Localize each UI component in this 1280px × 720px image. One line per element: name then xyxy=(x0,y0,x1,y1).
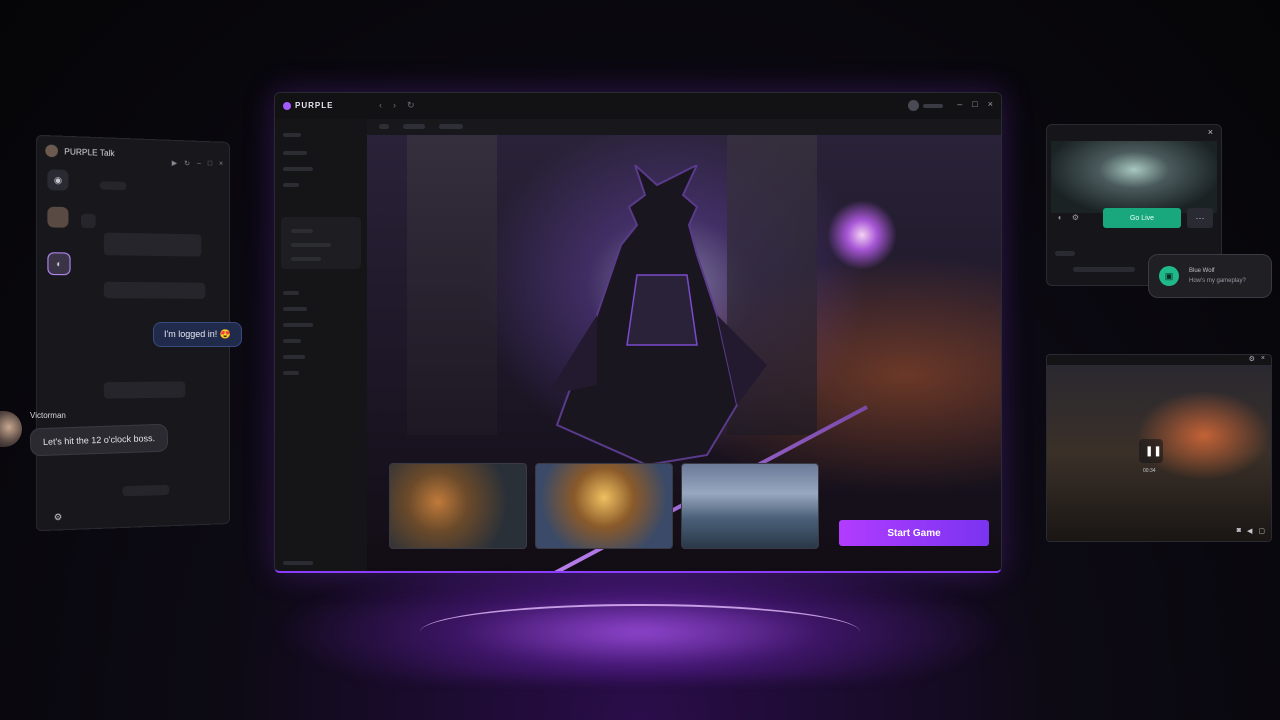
close-icon[interactable]: × xyxy=(1261,355,1265,363)
window-controls: – □ × xyxy=(957,99,993,109)
my-message-bubble: I'm logged in! 😍 xyxy=(153,322,242,347)
sidebar-footer-item[interactable] xyxy=(283,561,313,565)
chat-app-title: PURPLE Talk xyxy=(64,147,114,158)
sidebar-item[interactable] xyxy=(283,307,307,311)
message-placeholder xyxy=(104,233,201,257)
close-icon[interactable]: × xyxy=(988,99,993,109)
forward-icon[interactable]: › xyxy=(393,100,396,110)
tab[interactable] xyxy=(439,124,463,129)
chat-avatar xyxy=(81,214,96,229)
refresh-icon[interactable]: ↻ xyxy=(407,100,415,111)
hero-pillar xyxy=(407,135,497,435)
sidebar-item[interactable] xyxy=(283,183,299,187)
stream-tools: ◖ ⚙ xyxy=(1057,213,1079,222)
volume-icon[interactable]: ◀ xyxy=(1247,527,1252,535)
start-game-button[interactable]: Start Game xyxy=(839,520,989,546)
mic-icon[interactable]: ◖ xyxy=(1057,213,1062,222)
play-icon[interactable]: ▶ xyxy=(172,159,177,167)
maximize-icon[interactable]: □ xyxy=(208,160,212,168)
camera-icon[interactable]: ◙ xyxy=(1237,527,1241,535)
video-time: 00:34 xyxy=(1143,468,1156,474)
channel-name-placeholder xyxy=(100,181,127,190)
tab-bar xyxy=(367,119,1001,135)
rail-selected-icon[interactable]: ◐ xyxy=(47,252,70,275)
thumbnail-strip xyxy=(389,463,819,549)
more-options-button[interactable]: ··· xyxy=(1187,208,1213,228)
avatar xyxy=(908,100,919,111)
title-bar: PURPLE ‹ › ↻ – □ × xyxy=(275,93,1001,119)
refresh-icon[interactable]: ↻ xyxy=(184,159,190,167)
stream-preview xyxy=(1051,141,1217,213)
gear-icon[interactable]: ⚙ xyxy=(1072,213,1079,222)
launcher-window: PURPLE ‹ › ↻ – □ × Start Game xyxy=(274,92,1002,573)
message-placeholder xyxy=(104,282,205,299)
rail-friend-avatar[interactable] xyxy=(47,207,68,228)
close-icon[interactable]: × xyxy=(219,161,223,169)
message-notification[interactable]: ▣ Blue Wolf How's my gameplay? xyxy=(1148,254,1272,298)
magic-orb xyxy=(827,200,897,270)
sidebar-subitem[interactable] xyxy=(291,257,321,261)
chat-window-controls: ▶ ↻ – □ × xyxy=(172,159,223,169)
sidebar-item[interactable] xyxy=(283,291,299,295)
video-window-controls: ⚙ × xyxy=(1249,355,1265,363)
thumbnail-mountains[interactable] xyxy=(681,463,819,549)
user-menu[interactable] xyxy=(908,100,943,111)
brand: PURPLE xyxy=(283,101,333,110)
minimize-icon[interactable]: – xyxy=(197,160,201,168)
chat-rail: ◉ ◐ ⚙ xyxy=(43,165,75,517)
stream-info-placeholder xyxy=(1055,251,1075,256)
sender-name: Victorman xyxy=(30,411,66,420)
tab[interactable] xyxy=(403,124,425,129)
sidebar-item[interactable] xyxy=(283,355,305,359)
thumbnail-winged-warrior[interactable] xyxy=(535,463,673,549)
sidebar-item[interactable] xyxy=(283,323,313,327)
username-placeholder xyxy=(923,104,943,108)
back-icon[interactable]: ‹ xyxy=(379,100,382,110)
video-tools: ◙ ◀ ▢ xyxy=(1237,527,1265,535)
thumbnail-raccoon[interactable] xyxy=(389,463,527,549)
settings-icon[interactable]: ⚙ xyxy=(1249,355,1255,363)
game-controller-icon: ▣ xyxy=(1159,266,1179,286)
message-input[interactable] xyxy=(122,485,169,497)
maximize-icon[interactable]: □ xyxy=(972,99,977,109)
sidebar-item[interactable] xyxy=(283,167,313,171)
knight-illustration xyxy=(537,165,777,465)
incoming-message-bubble: Let's hit the 12 o'clock boss. xyxy=(30,424,169,457)
sidebar-item[interactable] xyxy=(283,151,307,155)
chat-title-bar: PURPLE Talk xyxy=(45,144,114,159)
notification-sender: Blue Wolf xyxy=(1189,268,1215,274)
rail-profile-icon[interactable]: ◉ xyxy=(47,169,68,190)
stream-info-placeholder xyxy=(1073,267,1135,272)
sidebar-subitem[interactable] xyxy=(291,229,313,233)
brand-logo-icon xyxy=(283,102,291,110)
tab-home[interactable] xyxy=(379,124,389,129)
message-placeholder xyxy=(104,381,185,398)
pause-button[interactable]: ❚❚ xyxy=(1139,439,1163,463)
sidebar-item[interactable] xyxy=(283,133,301,137)
sidebar-subitem[interactable] xyxy=(291,243,331,247)
notification-message: How's my gameplay? xyxy=(1189,278,1246,284)
brand-name: PURPLE xyxy=(295,101,333,110)
victorman-avatar xyxy=(0,411,22,447)
video-window: ⚙ × ❚❚ 00:34 ◙ ◀ ▢ xyxy=(1046,354,1272,542)
fullscreen-icon[interactable]: ▢ xyxy=(1258,527,1265,535)
game-hero-banner: Start Game xyxy=(367,135,1001,571)
settings-icon[interactable]: ⚙ xyxy=(47,506,68,527)
sidebar xyxy=(275,119,367,571)
close-icon[interactable]: × xyxy=(1208,127,1213,137)
sidebar-item[interactable] xyxy=(283,371,299,375)
avatar xyxy=(45,144,58,157)
go-live-button[interactable]: Go Live xyxy=(1103,208,1181,228)
sidebar-item[interactable] xyxy=(283,339,301,343)
minimize-icon[interactable]: – xyxy=(957,99,962,109)
